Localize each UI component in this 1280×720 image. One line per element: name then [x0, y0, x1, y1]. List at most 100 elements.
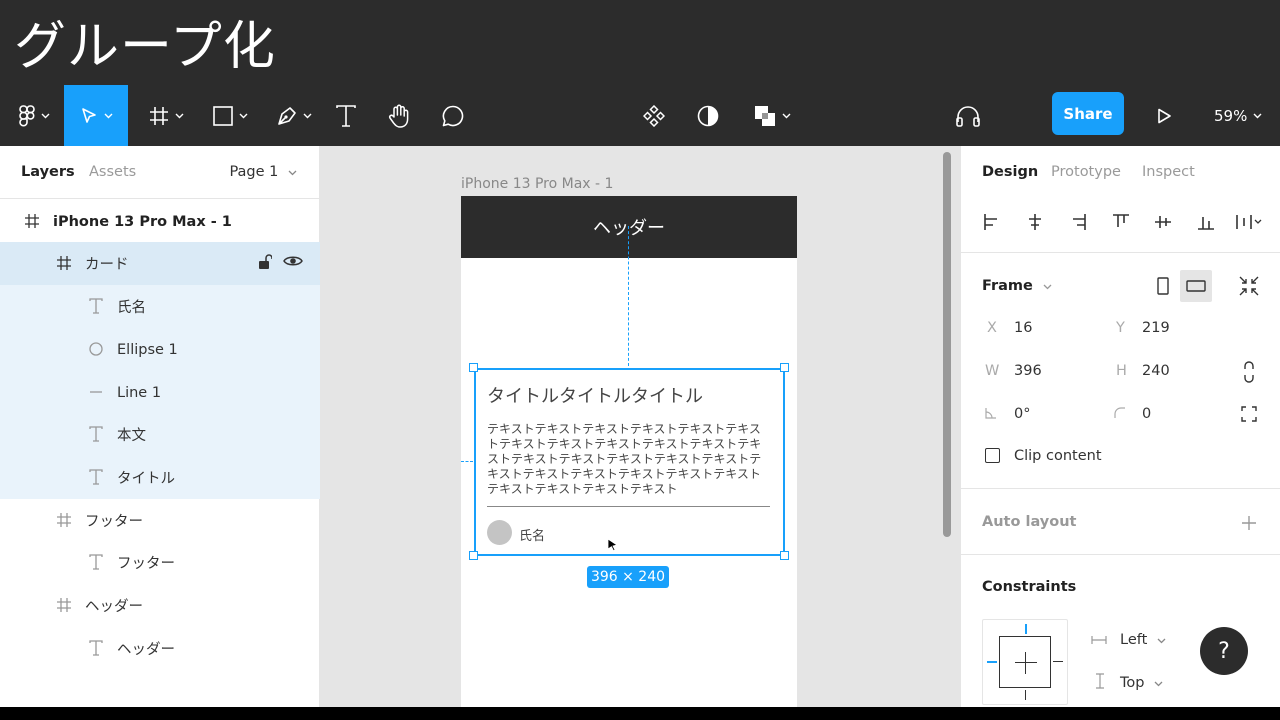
- resize-handle-top-right[interactable]: [780, 363, 789, 372]
- portrait-icon[interactable]: [1157, 277, 1169, 295]
- layer-label: ヘッダー: [85, 599, 143, 615]
- distribute-icon[interactable]: [1235, 213, 1263, 231]
- tab-inspect[interactable]: Inspect: [1142, 164, 1195, 180]
- independent-corners-icon[interactable]: [1241, 406, 1257, 422]
- figma-menu-button[interactable]: [12, 85, 56, 146]
- vertical-constraint-value: Top: [1120, 675, 1145, 691]
- plus-icon[interactable]: [1241, 515, 1257, 531]
- x-input[interactable]: 16: [1014, 320, 1032, 336]
- layer-row[interactable]: フッター: [0, 499, 320, 542]
- resize-to-fit-icon[interactable]: [1239, 276, 1259, 296]
- constraint-right[interactable]: [1053, 661, 1063, 662]
- layer-row[interactable]: ヘッダー: [0, 584, 320, 627]
- text-icon: [86, 424, 106, 444]
- selected-card[interactable]: タイトルタイトルタイトル テキストテキストテキストテキストテキストテキストテキス…: [474, 368, 785, 556]
- constraint-center-v[interactable]: [1025, 652, 1026, 674]
- tab-design[interactable]: Design: [982, 164, 1038, 180]
- layer-row[interactable]: Line 1: [0, 371, 320, 414]
- frame-icon: [22, 211, 42, 231]
- layer-row[interactable]: Ellipse 1: [0, 328, 320, 371]
- play-icon: [1158, 108, 1171, 123]
- eye-icon[interactable]: [283, 254, 303, 272]
- rotation-input[interactable]: 0°: [1014, 406, 1030, 422]
- question-mark-icon: ?: [1218, 638, 1230, 664]
- line-icon: [86, 382, 106, 402]
- align-left-icon[interactable]: [983, 213, 1001, 231]
- title-bar: グループ化: [0, 0, 1280, 85]
- unlock-icon[interactable]: [258, 254, 273, 274]
- comment-tool-button[interactable]: [436, 85, 470, 146]
- headphones-icon: [956, 105, 980, 127]
- layer-row[interactable]: 本文: [0, 413, 320, 456]
- resize-handle-top-left[interactable]: [469, 363, 478, 372]
- ellipse-icon: [86, 339, 106, 359]
- horizontal-constraint-select[interactable]: Left: [1120, 632, 1166, 648]
- layers-panel: Layers Assets Page 1 iPhone 13 Pro Max -…: [0, 146, 320, 707]
- chevron-down-icon: [1253, 113, 1262, 118]
- constrain-proportions-icon[interactable]: [1243, 361, 1255, 383]
- audio-button[interactable]: [952, 85, 984, 146]
- mask-tool-button[interactable]: [692, 85, 724, 146]
- layer-row[interactable]: 氏名: [0, 285, 320, 328]
- layer-row[interactable]: iPhone 13 Pro Max - 1: [0, 200, 320, 243]
- help-button[interactable]: ?: [1200, 627, 1248, 675]
- clip-content-checkbox[interactable]: [985, 448, 1000, 463]
- constraint-center-h[interactable]: [1015, 662, 1037, 663]
- y-input[interactable]: 219: [1142, 320, 1170, 336]
- move-tool-button[interactable]: [64, 85, 128, 146]
- align-center-h-icon[interactable]: [1026, 213, 1044, 231]
- layer-row[interactable]: フッター: [0, 541, 320, 584]
- boolean-tool-button[interactable]: [748, 85, 796, 146]
- present-button[interactable]: [1150, 85, 1178, 146]
- h-label: H: [1116, 363, 1127, 379]
- hand-tool-button[interactable]: [382, 85, 416, 146]
- card-divider: [487, 506, 770, 507]
- tab-assets[interactable]: Assets: [89, 164, 136, 180]
- avatar: [487, 520, 512, 545]
- resize-handle-bottom-right[interactable]: [780, 551, 789, 560]
- pen-tool-button[interactable]: [268, 85, 320, 146]
- card-title: タイトルタイトルタイトル: [487, 386, 703, 407]
- layer-label: iPhone 13 Pro Max - 1: [53, 213, 232, 230]
- align-center-v-icon[interactable]: [1154, 213, 1172, 231]
- h-input[interactable]: 240: [1142, 363, 1170, 379]
- layer-row[interactable]: タイトル: [0, 456, 320, 499]
- frame-title[interactable]: Frame: [982, 278, 1052, 294]
- frame-label[interactable]: iPhone 13 Pro Max - 1: [461, 176, 613, 192]
- frame-icon: [54, 253, 74, 273]
- constraint-bottom[interactable]: [1025, 690, 1026, 700]
- share-button[interactable]: Share: [1052, 92, 1124, 135]
- zoom-menu[interactable]: 59%: [1214, 85, 1262, 146]
- frame-hash-icon: [149, 106, 168, 125]
- align-right-icon[interactable]: [1069, 213, 1087, 231]
- layer-label: Line 1: [117, 384, 162, 401]
- page-selector[interactable]: Page 1: [229, 164, 297, 180]
- auto-layout-title: Auto layout: [982, 514, 1077, 530]
- frame-icon: [54, 595, 74, 615]
- landscape-toggle[interactable]: [1180, 270, 1212, 302]
- frame-title-text: Frame: [982, 278, 1033, 294]
- tab-layers[interactable]: Layers: [21, 164, 75, 180]
- shape-tool-button[interactable]: [204, 85, 256, 146]
- layer-label: フッター: [85, 514, 143, 530]
- constraint-left-active[interactable]: [987, 661, 997, 663]
- layer-row[interactable]: ヘッダー: [0, 627, 320, 670]
- canvas[interactable]: iPhone 13 Pro Max - 1 ヘッダー タイトルタイトルタイトル …: [320, 146, 960, 707]
- vertical-constraint-select[interactable]: Top: [1120, 675, 1163, 691]
- component-tool-button[interactable]: [638, 85, 670, 146]
- constraint-top-active[interactable]: [1025, 624, 1027, 634]
- constraints-widget[interactable]: [982, 619, 1068, 705]
- card-name: 氏名: [519, 529, 546, 544]
- phone-header[interactable]: ヘッダー: [461, 196, 797, 258]
- align-top-icon[interactable]: [1112, 213, 1130, 231]
- tab-prototype[interactable]: Prototype: [1051, 164, 1121, 180]
- radius-input[interactable]: 0: [1142, 406, 1151, 422]
- text-tool-button[interactable]: [330, 85, 362, 146]
- resize-handle-bottom-left[interactable]: [469, 551, 478, 560]
- layer-row[interactable]: カード: [0, 242, 320, 285]
- w-input[interactable]: 396: [1014, 363, 1042, 379]
- design-panel: Design Prototype Inspect Frame X 16 Y 21…: [960, 146, 1280, 707]
- canvas-scrollbar[interactable]: [943, 152, 951, 537]
- frame-tool-button[interactable]: [140, 85, 192, 146]
- align-bottom-icon[interactable]: [1197, 213, 1215, 231]
